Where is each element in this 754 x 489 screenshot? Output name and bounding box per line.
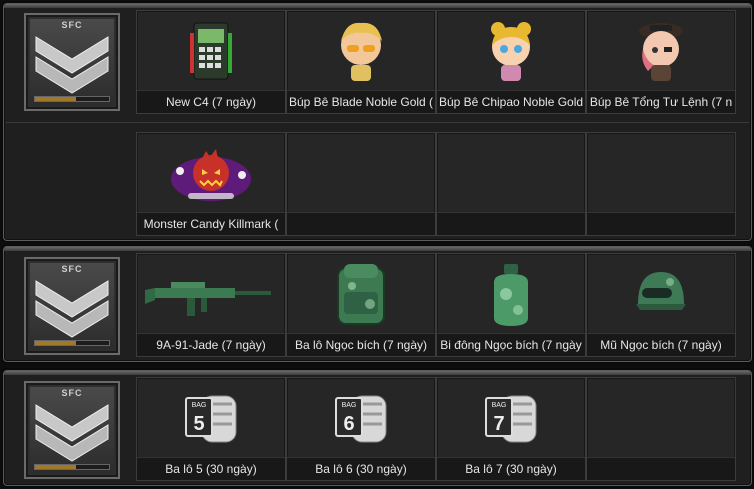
monster-candy-icon	[171, 149, 251, 201]
item-slot[interactable]: Ba lô Ngọc bích (7 ngày)	[286, 253, 436, 357]
item-label: Búp Bê Tổng Tư Lệnh (7 n	[587, 90, 735, 113]
canteen-icon	[494, 264, 528, 326]
item-label	[587, 457, 735, 480]
bag-word: BAG	[492, 402, 507, 409]
item-label: Ba lô 5 (30 ngày)	[137, 457, 285, 480]
bag-word: BAG	[342, 402, 357, 409]
item-slot[interactable]: Búp Bê Chipao Noble Gold	[436, 10, 586, 114]
rank-progress-fill	[35, 465, 76, 469]
rank-progress-fill	[35, 341, 76, 345]
item-label	[437, 212, 585, 235]
reward-panel-1: SFC New C4 (7 ngày) Búp Bê Blade Noble G…	[3, 3, 752, 241]
item-slot[interactable]: 9A-91-Jade (7 ngày)	[136, 253, 286, 357]
item-slot[interactable]: BAG 5 Ba lô 5 (30 ngày)	[136, 377, 286, 481]
rank-badge: SFC	[24, 257, 120, 355]
item-slot-empty[interactable]	[436, 132, 586, 236]
bag-word: BAG	[192, 402, 207, 409]
item-slot[interactable]: Mũ Ngọc bích (7 ngày)	[586, 253, 736, 357]
item-slot[interactable]: BAG 6 Ba lô 6 (30 ngày)	[286, 377, 436, 481]
doll-chipao-icon	[491, 22, 531, 81]
item-label: Bi đông Ngọc bích (7 ngày	[437, 333, 585, 356]
reward-panel-2: SFC 9A-91-Jade (7 ngày) Ba lô Ngọc bích …	[3, 246, 752, 362]
item-slot[interactable]: New C4 (7 ngày)	[136, 10, 286, 114]
item-label: Monster Candy Killmark (	[137, 212, 285, 235]
item-label: Ba lô Ngọc bích (7 ngày)	[287, 333, 435, 356]
rifle-icon	[145, 282, 271, 316]
item-label: Búp Bê Chipao Noble Gold	[437, 90, 585, 113]
item-slot[interactable]: Búp Bê Blade Noble Gold (	[286, 10, 436, 114]
bag-number: 6	[343, 413, 354, 435]
item-slot[interactable]: Bi đông Ngọc bích (7 ngày	[436, 253, 586, 357]
doll-blade-icon	[341, 22, 382, 81]
item-label: Ba lô 6 (30 ngày)	[287, 457, 435, 480]
item-slot-empty[interactable]	[586, 377, 736, 481]
doll-commander-icon	[639, 23, 683, 81]
item-label: Mũ Ngọc bích (7 ngày)	[587, 333, 735, 356]
bag-5-icon: BAG 5	[185, 395, 237, 443]
rank-progress-bar	[34, 96, 110, 102]
bag-7-icon: BAG 7	[485, 395, 537, 443]
rank-progress-bar	[34, 340, 110, 346]
item-label: Búp Bê Blade Noble Gold (	[287, 90, 435, 113]
helmet-icon	[636, 272, 686, 310]
item-slot[interactable]: BAG 7 Ba lô 7 (30 ngày)	[436, 377, 586, 481]
rank-badge: SFC	[24, 13, 120, 111]
backpack-icon	[337, 264, 385, 325]
item-slot-empty[interactable]	[586, 132, 736, 236]
item-slot[interactable]: Búp Bê Tổng Tư Lệnh (7 n	[586, 10, 736, 114]
item-label: 9A-91-Jade (7 ngày)	[137, 333, 285, 356]
reward-panel-3: SFC BAG 5 Ba lô 5 (30 ngày) BAG 6 Ba lô …	[3, 370, 752, 486]
rank-progress-fill	[35, 97, 76, 101]
item-label: Ba lô 7 (30 ngày)	[437, 457, 585, 480]
rank-label: SFC	[61, 388, 83, 398]
item-slot[interactable]: Monster Candy Killmark (	[136, 132, 286, 236]
rank-label: SFC	[61, 20, 83, 30]
item-slot-empty[interactable]	[286, 132, 436, 236]
bag-number: 5	[193, 413, 204, 435]
rank-badge: SFC	[24, 381, 120, 479]
rank-label: SFC	[61, 264, 83, 274]
item-label: New C4 (7 ngày)	[137, 90, 285, 113]
item-label	[587, 212, 735, 235]
item-label	[287, 212, 435, 235]
bag-6-icon: BAG 6	[335, 395, 387, 443]
rank-progress-bar	[34, 464, 110, 470]
c4-bomb-icon	[190, 22, 232, 80]
bag-number: 7	[493, 413, 504, 435]
